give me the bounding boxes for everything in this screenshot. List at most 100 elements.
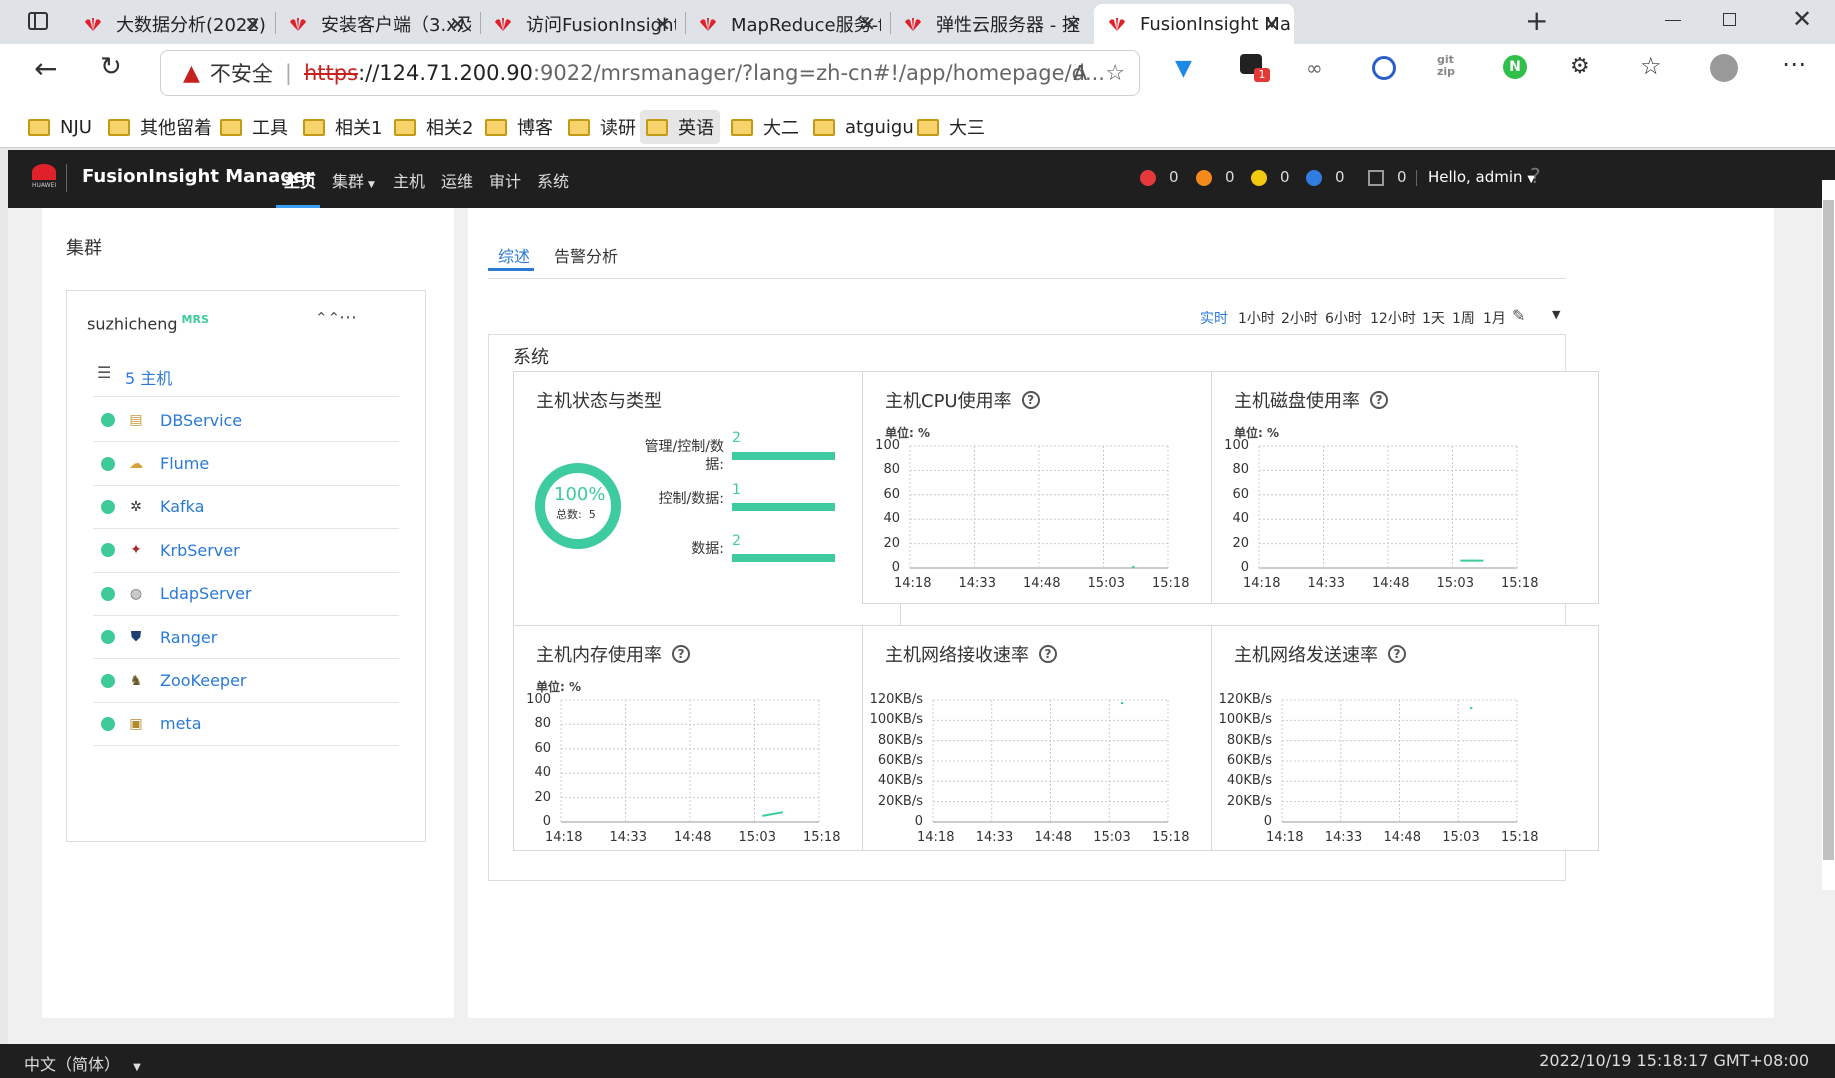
bookmark-folder[interactable]: 其他留着 xyxy=(102,110,218,144)
reload-button[interactable]: ↻ xyxy=(100,52,122,82)
krbserver-icon: ✦ xyxy=(130,542,142,559)
browser-tab[interactable]: MapReduce服务-f ✕ xyxy=(685,4,890,44)
restore-button[interactable] xyxy=(1723,13,1736,26)
info-alarm-icon[interactable] xyxy=(1306,170,1322,186)
close-tab-icon[interactable]: ✕ xyxy=(1263,12,1280,36)
scrollbar[interactable] xyxy=(1822,180,1835,890)
x-tick-label: 14:48 xyxy=(674,830,712,845)
browser-tab[interactable]: 安装客户端（3.x及 ✕ xyxy=(275,4,480,44)
service-row[interactable]: ♞ ZooKeeper xyxy=(93,659,399,703)
extension-icon[interactable]: N xyxy=(1503,55,1527,79)
service-row[interactable]: ☁ Flume xyxy=(93,442,399,486)
main-panel: 综述 告警分析 实时 1小时 2小时 6小时 12小时 1天 1周 1月 ✎ ▼ 系统 主机状态… xyxy=(468,208,1774,1018)
time-range-option[interactable]: 1小时 xyxy=(1238,308,1275,328)
time-range-option[interactable]: 实时 xyxy=(1200,308,1228,328)
extension-icon[interactable]: ▼ xyxy=(1175,56,1192,81)
bookmark-folder[interactable]: 英语 xyxy=(640,110,720,144)
time-range-option[interactable]: 1月 xyxy=(1483,308,1506,328)
bookmark-folder[interactable]: 相关2 xyxy=(388,110,479,144)
cluster-name[interactable]: suzhicheng MRS xyxy=(87,313,209,333)
time-range-option[interactable]: 6小时 xyxy=(1325,308,1362,328)
help-button[interactable]: ? xyxy=(1530,164,1541,188)
host-type-count: 2 xyxy=(732,533,741,549)
profile-avatar[interactable] xyxy=(1710,54,1738,82)
gitzip-icon[interactable]: git zip xyxy=(1437,54,1455,78)
close-window-button[interactable]: ✕ xyxy=(1792,5,1812,33)
nav-item[interactable]: 主机 xyxy=(393,168,425,192)
bookmark-folder[interactable]: 工具 xyxy=(214,110,294,144)
extensions-icon[interactable]: ⚙ xyxy=(1570,54,1590,79)
bookmark-folder[interactable]: 读研 xyxy=(562,110,642,144)
status-dot xyxy=(101,716,115,731)
chevron-down-icon: ▼ xyxy=(368,180,375,190)
tab-actions-icon[interactable] xyxy=(28,12,48,30)
language-select[interactable]: 中文（简体） ▼ xyxy=(24,1051,141,1075)
extension-icon[interactable]: ∞ xyxy=(1306,56,1323,80)
service-row[interactable]: ⛊ Ranger xyxy=(93,616,399,660)
edit-icon[interactable]: ✎ xyxy=(1512,306,1525,325)
close-tab-icon[interactable]: ✕ xyxy=(654,12,671,36)
bookmark-folder[interactable]: NJU xyxy=(22,110,98,144)
time-range-option[interactable]: 1天 xyxy=(1422,308,1445,328)
extension-icon[interactable] xyxy=(1372,56,1396,80)
bookmark-folder[interactable]: 博客 xyxy=(479,110,559,144)
favorites-icon[interactable]: ☆ xyxy=(1640,52,1662,80)
service-row[interactable]: ▣ meta xyxy=(93,703,399,747)
user-menu[interactable]: Hello, admin ▼ xyxy=(1428,168,1535,186)
browser-tab[interactable]: 弹性云服务器 - 控 ✕ xyxy=(890,4,1095,44)
read-aloud-icon[interactable]: A xyxy=(1073,61,1087,85)
service-row[interactable]: ✲ Kafka xyxy=(93,486,399,530)
favorite-add-icon[interactable]: ☆ xyxy=(1105,61,1125,86)
close-tab-icon[interactable]: ✕ xyxy=(859,12,876,36)
service-name: meta xyxy=(160,714,202,734)
x-tick-label: 14:33 xyxy=(975,830,1014,845)
dropdown-icon[interactable]: ▼ xyxy=(1552,308,1560,321)
y-tick-label: 80KB/s xyxy=(1226,732,1272,748)
task-icon[interactable] xyxy=(1368,170,1384,186)
service-row[interactable]: ✦ KrbServer xyxy=(93,529,399,573)
alarm-count: 0 xyxy=(1169,168,1179,186)
nav-item[interactable]: 运维 xyxy=(441,168,473,192)
bookmark-folder[interactable]: 相关1 xyxy=(297,110,388,144)
x-tick-label: 14:33 xyxy=(958,576,996,591)
scrollbar-thumb[interactable] xyxy=(1823,200,1834,860)
browser-tab[interactable]: FusionInsight Ma ✕ xyxy=(1094,4,1294,44)
time-range-option[interactable]: 1周 xyxy=(1452,308,1475,328)
new-tab-button[interactable]: + xyxy=(1525,4,1548,37)
nav-item[interactable]: 集群 ▼ xyxy=(332,168,375,192)
y-tick-label: 20 xyxy=(1232,535,1249,551)
more-icon[interactable]: ⋯ xyxy=(339,307,357,328)
close-tab-icon[interactable]: ✕ xyxy=(1064,12,1081,36)
collapse-icon[interactable]: ⌃⌃ xyxy=(315,309,340,327)
service-row[interactable]: ▤ DBService xyxy=(93,399,399,443)
subtab[interactable]: 综述 xyxy=(488,243,534,271)
browser-tab[interactable]: 访问FusionInsight ✕ xyxy=(480,4,685,44)
back-button[interactable]: ← xyxy=(34,52,57,85)
cluster-panel-title: 集群 xyxy=(66,238,102,259)
hosts-row[interactable]: ☰ 5 主机 xyxy=(93,355,399,397)
x-tick-label: 15:03 xyxy=(1087,576,1125,591)
url-bar[interactable]: ▲ 不安全 | https ://124.71.200.90 :9022/mrs… xyxy=(160,50,1140,96)
nav-item[interactable]: 审计 xyxy=(489,168,521,192)
critical-alarm-icon[interactable] xyxy=(1140,170,1156,186)
close-tab-icon[interactable]: ✕ xyxy=(449,12,466,36)
minimize-button[interactable] xyxy=(1665,20,1681,21)
service-row[interactable]: ◍ LdapServer xyxy=(93,573,399,616)
bookmark-folder[interactable]: 大三 xyxy=(911,110,991,144)
section-title: 系统 xyxy=(513,347,549,368)
time-range-option[interactable]: 12小时 xyxy=(1370,308,1416,328)
major-alarm-icon[interactable] xyxy=(1196,170,1212,186)
nav-item[interactable]: 系统 xyxy=(537,168,569,192)
bookmark-folder[interactable]: atguigu xyxy=(807,110,920,144)
y-tick-label: 100KB/s xyxy=(1218,712,1272,728)
time-range-option[interactable]: 2小时 xyxy=(1281,308,1318,328)
nav-item[interactable]: 主页 xyxy=(276,168,320,208)
menu-icon[interactable]: ⋯ xyxy=(1782,50,1806,78)
warning-icon: ▲ xyxy=(183,60,200,86)
browser-tab[interactable]: 大数据分析(2022) ✕ xyxy=(70,4,275,44)
task-count: 0 xyxy=(1397,168,1407,186)
close-tab-icon[interactable]: ✕ xyxy=(244,12,261,36)
minor-alarm-icon[interactable] xyxy=(1251,170,1267,186)
bookmark-folder[interactable]: 大二 xyxy=(725,110,805,144)
subtab[interactable]: 告警分析 xyxy=(554,243,618,267)
